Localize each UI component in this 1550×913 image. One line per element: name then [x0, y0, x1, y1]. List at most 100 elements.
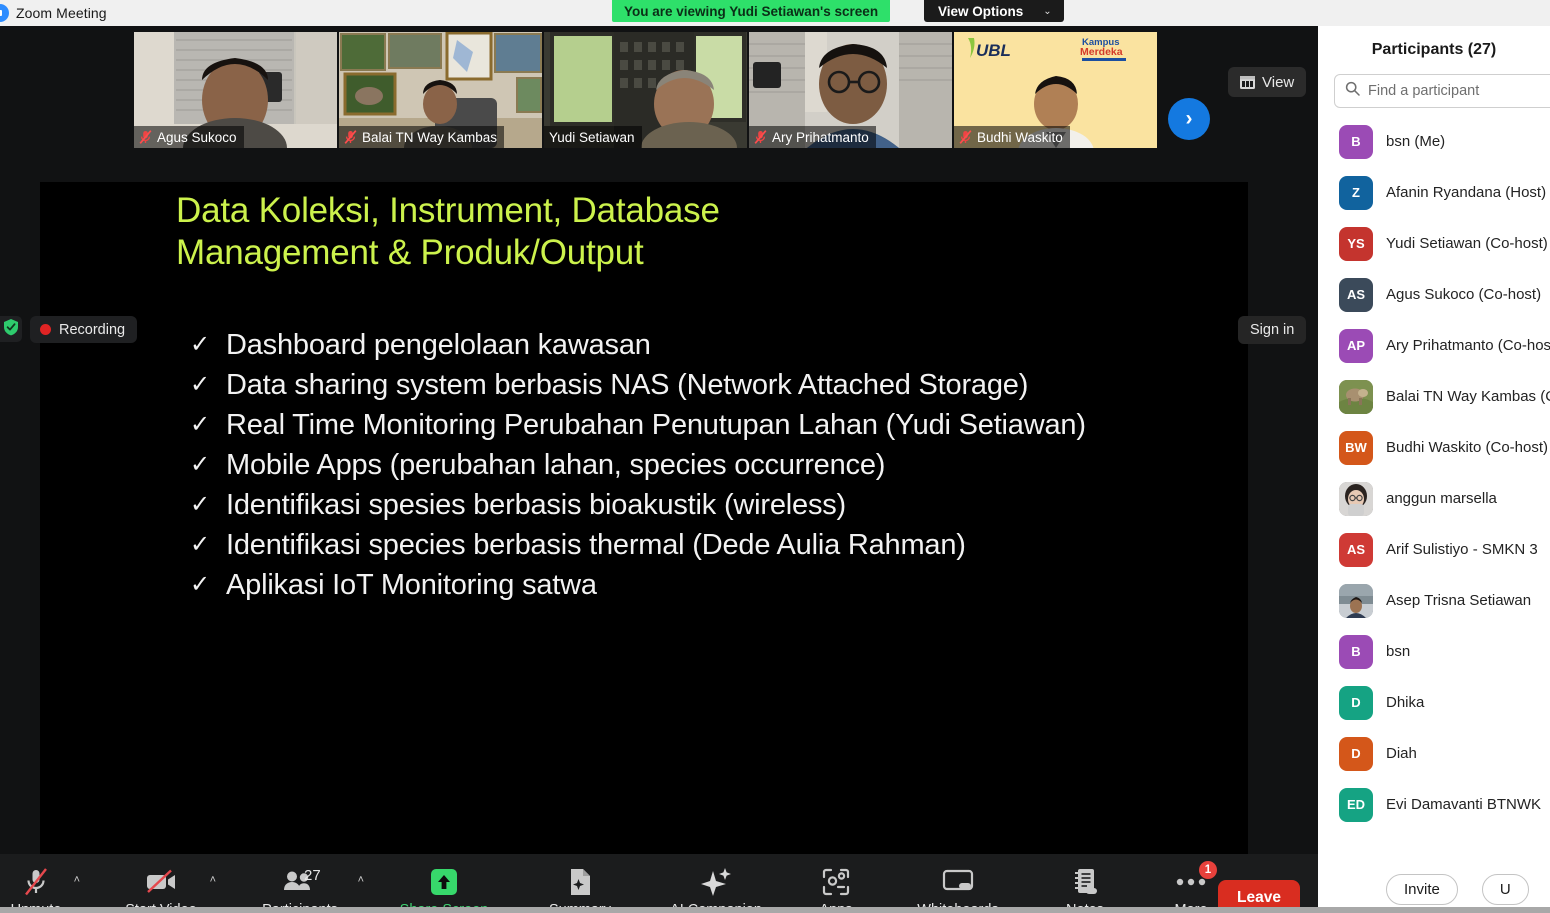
- view-layout-button[interactable]: View: [1228, 67, 1307, 97]
- invite-button[interactable]: Invite: [1386, 874, 1458, 905]
- participant-avatar-initials: YS: [1339, 226, 1373, 261]
- participant-avatar-initials: ED: [1339, 787, 1373, 822]
- unmute-button[interactable]: Unmute ˄: [6, 854, 80, 913]
- video-tile-yudi-setiawan[interactable]: Yudi Setiawan: [544, 32, 747, 148]
- microphone-muted-icon: [23, 865, 49, 899]
- view-options-button[interactable]: View Options ⌄: [924, 0, 1064, 22]
- view-options-label: View Options: [938, 3, 1024, 19]
- meeting-area: Agus Sukoco Balai TN Way Kambas Yudi Set…: [0, 26, 1318, 913]
- presentation-slide: Data Koleksi, Instrument, Database Manag…: [40, 182, 1248, 858]
- microphone-muted-icon: [139, 130, 152, 144]
- video-options-chevron-icon[interactable]: ˄: [210, 874, 216, 886]
- participant-row[interactable]: AP Ary Prihatmanto (Co-host): [1318, 320, 1550, 371]
- participant-name: Balai TN Way Kambas (Co-host): [1386, 388, 1550, 405]
- zoom-logo-icon: [0, 4, 9, 22]
- video-tile-name: Yudi Setiawan: [544, 126, 642, 148]
- participant-row[interactable]: AS Agus Sukoco (Co-host): [1318, 269, 1550, 320]
- participant-name: Evi Damavanti BTNWK: [1386, 796, 1542, 813]
- participant-row[interactable]: AS Arif Sulistiyo - SMKN 3: [1318, 524, 1550, 575]
- encryption-shield-badge[interactable]: [0, 316, 22, 342]
- participant-row[interactable]: Asep Trisna Setiawan: [1318, 575, 1550, 626]
- video-tile-name-text: Ary Prihatmanto: [772, 129, 869, 145]
- zoom-meeting-window: Zoom Meeting You are viewing Yudi Setiaw…: [0, 0, 1550, 913]
- notes-button[interactable]: Notes: [1052, 854, 1118, 913]
- next-page-arrow-icon[interactable]: ›: [1168, 98, 1210, 140]
- slide-title-line-1: Data Koleksi, Instrument, Database: [176, 191, 720, 230]
- participant-avatar-initials: AS: [1339, 532, 1373, 567]
- participant-name: Agus Sukoco (Co-host): [1386, 286, 1542, 303]
- participant-row[interactable]: anggun marsella: [1318, 473, 1550, 524]
- more-button[interactable]: 1 More: [1160, 854, 1222, 913]
- slide-title: Data Koleksi, Instrument, Database Manag…: [176, 190, 1176, 274]
- video-muted-icon: [145, 865, 177, 899]
- video-tile-name-text: Yudi Setiawan: [549, 129, 635, 145]
- check-icon: ✓: [190, 451, 210, 478]
- participant-row[interactable]: YS Yudi Setiawan (Co-host): [1318, 218, 1550, 269]
- participant-search-box[interactable]: [1334, 74, 1550, 108]
- share-screen-button[interactable]: Share Screen: [392, 854, 496, 913]
- participant-name: Asep Trisna Setiawan: [1386, 592, 1532, 609]
- slide-title-line-2: Management & Produk/Output: [176, 233, 644, 272]
- video-tile-balai-tn-way-kambas[interactable]: Balai TN Way Kambas: [339, 32, 542, 148]
- video-tile-ary-prihatmanto[interactable]: Ary Prihatmanto: [749, 32, 952, 148]
- check-icon: ✓: [190, 491, 210, 518]
- shared-screen-stage: Data Koleksi, Instrument, Database Manag…: [0, 154, 1318, 858]
- video-tile-name: Budhi Waskito: [954, 126, 1070, 148]
- start-video-button[interactable]: Start Video ˄: [118, 854, 216, 913]
- ai-companion-button[interactable]: AI Companion: [660, 854, 772, 913]
- participant-row[interactable]: D Diah: [1318, 728, 1550, 779]
- grid-view-icon: [1240, 75, 1255, 89]
- audio-options-chevron-icon[interactable]: ˄: [74, 874, 80, 886]
- slide-bullet-text: Identifikasi spesies berbasis bioakustik…: [226, 489, 846, 521]
- participant-avatar-initials: D: [1339, 736, 1373, 771]
- summary-button[interactable]: Summary: [538, 854, 622, 913]
- slide-bullet-item: ✓ Real Time Monitoring Perubahan Penutup…: [190, 405, 1230, 445]
- slide-bullet-text: Real Time Monitoring Perubahan Penutupan…: [226, 409, 1086, 441]
- participant-name: Diah: [1386, 745, 1417, 762]
- recording-label: Recording: [59, 321, 126, 338]
- shield-icon: [3, 318, 19, 341]
- search-input[interactable]: [1368, 83, 1548, 99]
- svg-text:Merdeka: Merdeka: [1080, 46, 1123, 58]
- video-tile-agus-sukoco[interactable]: Agus Sukoco: [134, 32, 337, 148]
- video-tile-name-text: Agus Sukoco: [157, 129, 237, 145]
- check-icon: ✓: [190, 531, 210, 558]
- slide-bullet-text: Mobile Apps (perubahan lahan, species oc…: [226, 449, 886, 481]
- slide-bullet-list: ✓ Dashboard pengelolaan kawasan ✓ Data s…: [190, 325, 1230, 605]
- microphone-muted-icon: [344, 130, 357, 144]
- recording-indicator[interactable]: Recording: [30, 316, 138, 343]
- participant-row[interactable]: Bbsn (Me): [1318, 116, 1550, 167]
- participants-options-chevron-icon[interactable]: ˄: [358, 874, 364, 886]
- whiteboards-button[interactable]: Whiteboards: [904, 854, 1012, 913]
- participant-row[interactable]: Z Afanin Ryandana (Host): [1318, 167, 1550, 218]
- participant-avatar-initials: B: [1339, 124, 1373, 159]
- participant-search-wrap: [1318, 74, 1550, 108]
- participant-row[interactable]: ED Evi Damavanti BTNWK: [1318, 779, 1550, 830]
- check-icon: ✓: [190, 371, 210, 398]
- participants-count: 27: [304, 867, 321, 884]
- slide-bullet-text: Identifikasi species berbasis thermal (D…: [226, 529, 966, 561]
- share-screen-icon: [429, 865, 459, 899]
- kampus-merdeka-logo: Kampus Merdeka: [1080, 37, 1126, 61]
- participant-name: Yudi Setiawan (Co-host): [1386, 235, 1548, 252]
- notes-icon: [1072, 865, 1098, 899]
- participant-list[interactable]: Bbsn (Me) Z Afanin Ryandana (Host) YS Yudi S…: [1318, 116, 1550, 830]
- participant-row[interactable]: Balai TN Way Kambas (Co-host): [1318, 371, 1550, 422]
- whiteboard-icon: [942, 865, 974, 899]
- video-tile-budhi-waskito[interactable]: UBL Kampus Merdeka Budhi Waskito: [954, 32, 1157, 148]
- check-icon: ✓: [190, 571, 210, 598]
- slide-bullet-text: Aplikasi IoT Monitoring satwa: [226, 569, 597, 601]
- participant-row[interactable]: D Dhika: [1318, 677, 1550, 728]
- participants-button[interactable]: 27 Participants ˄: [252, 854, 364, 913]
- participant-name: Afanin Ryandana (Host): [1386, 184, 1547, 201]
- sign-in-label: Sign in: [1250, 322, 1295, 338]
- sign-in-button[interactable]: Sign in: [1238, 316, 1307, 344]
- apps-button[interactable]: Apps: [808, 854, 864, 913]
- participant-avatar-photo: [1339, 583, 1373, 618]
- participants-panel-title: Participants (27): [1371, 41, 1497, 58]
- participant-row[interactable]: BW Budhi Waskito (Co-host): [1318, 422, 1550, 473]
- participant-avatar-initials: AP: [1339, 328, 1373, 363]
- secondary-action-button[interactable]: U: [1481, 874, 1529, 905]
- slide-bullet-item: ✓ Dashboard pengelolaan kawasan: [190, 325, 1230, 365]
- participant-row[interactable]: Bbsn: [1318, 626, 1550, 677]
